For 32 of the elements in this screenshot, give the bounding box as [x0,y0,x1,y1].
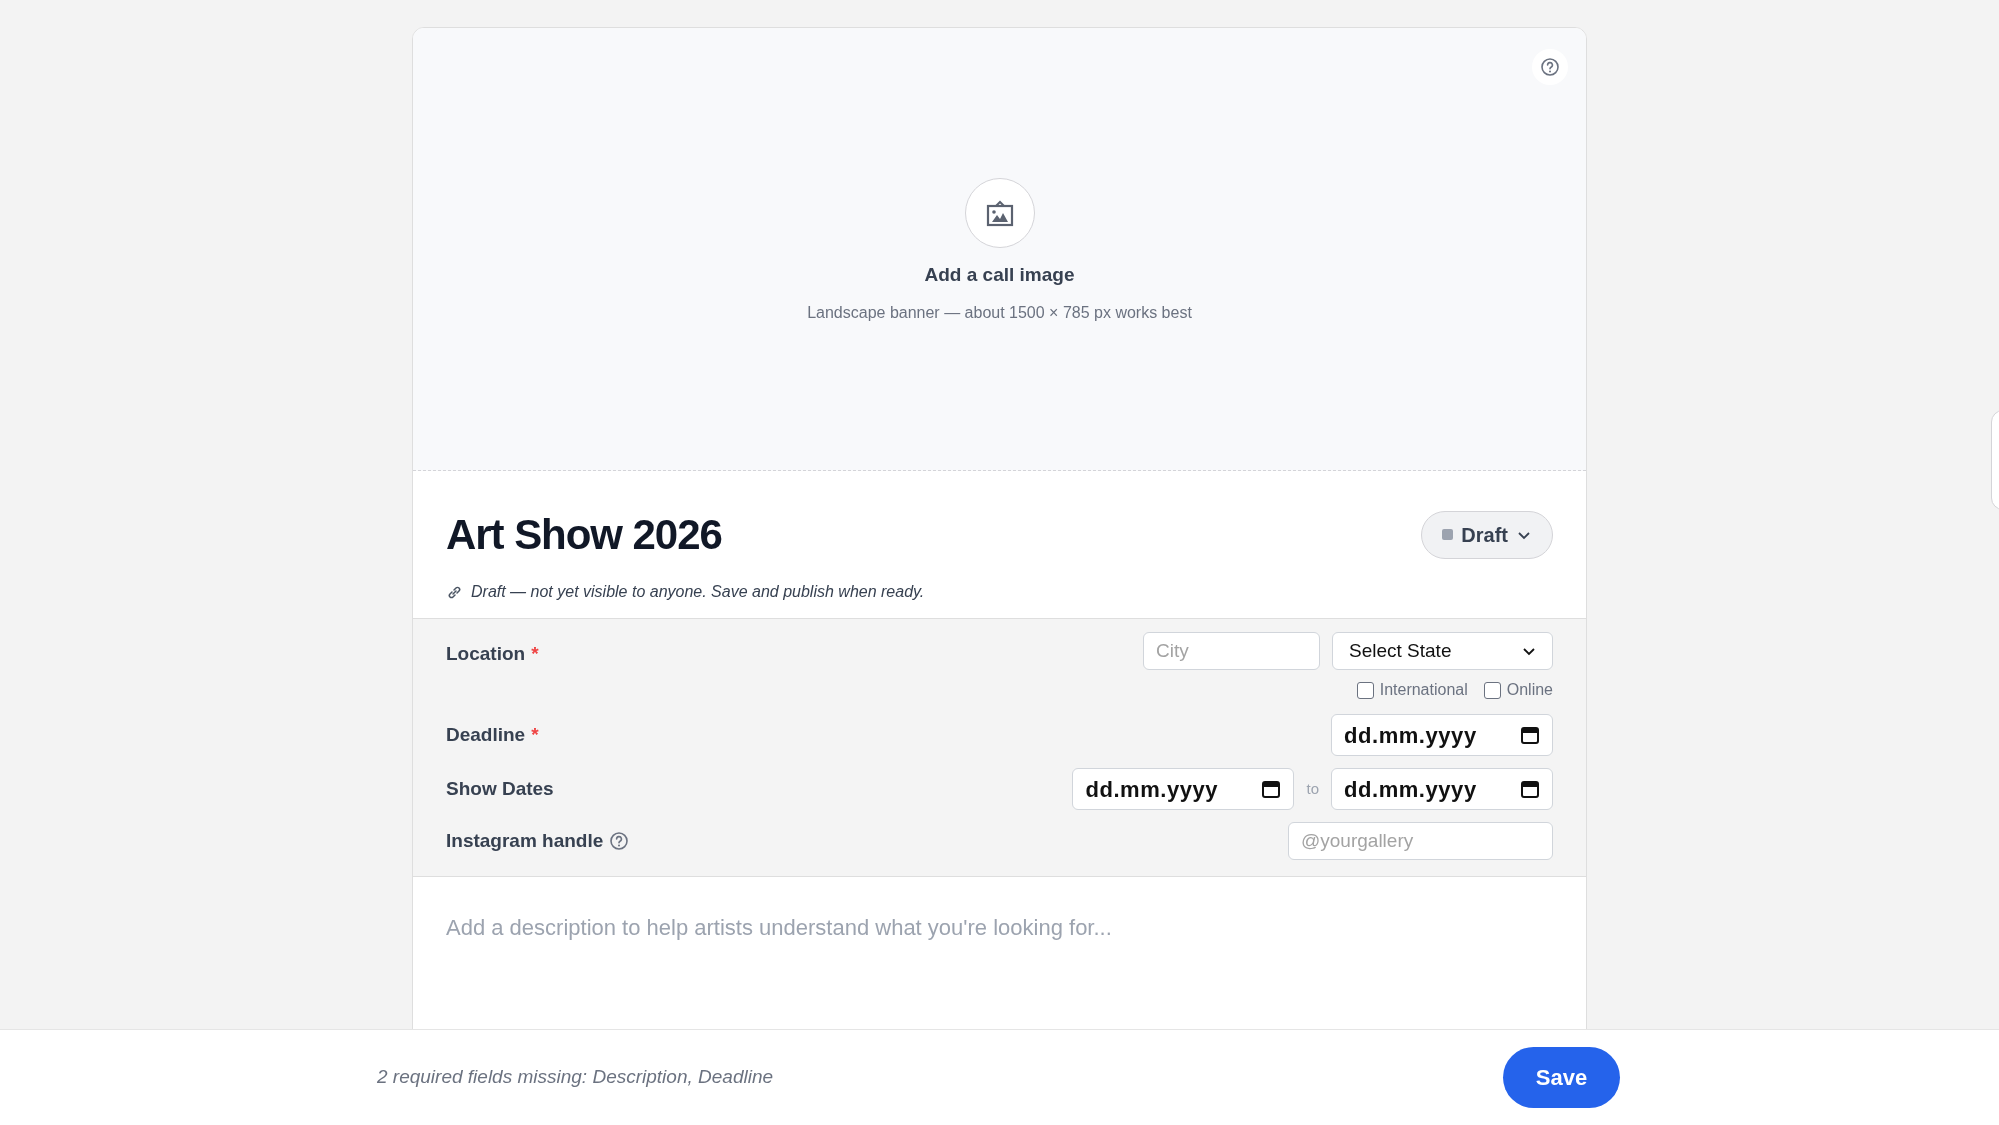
call-title: Art Show 2026 [446,510,722,560]
checkbox[interactable] [1483,681,1501,699]
date-field[interactable]: dd.mm.yyyy [1331,714,1553,756]
state-select[interactable]: Select State [1332,632,1553,670]
instagram-field[interactable]: @yourgallery [1288,822,1553,860]
checkbox-label[interactable]: International [1379,678,1468,702]
upload-title: Add a call image [924,263,1075,287]
help-icon[interactable] [1540,57,1560,77]
required-mark: * [531,642,539,666]
field-label: Deadline [446,722,526,747]
image-upload-area[interactable]: Add a call image Landscape banner — about 1500 × 785 px works best [413,28,1586,471]
field-label: Instagram handle [446,828,604,853]
calendar-icon [1261,779,1282,799]
visibility-note: Draft — not yet visible to anyone. Save and publish when ready. [471,582,925,602]
date-field[interactable]: dd.mm.yyyy [1072,768,1295,810]
missing-fields-message: 2 required fields missing: Description, Deadline [377,1065,774,1090]
calendar-icon [1520,779,1540,799]
required-mark: * [531,722,539,747]
city-field[interactable]: City [1143,632,1320,670]
save-button[interactable]: Save [1503,1047,1620,1108]
calendar-icon [1520,725,1540,745]
field-label: Location [446,642,526,666]
checkbox-label[interactable]: Online [1506,678,1553,702]
checkbox[interactable] [1356,681,1374,699]
date-field[interactable]: dd.mm.yyyy [1331,768,1553,810]
help-button[interactable] [1532,49,1568,85]
help-icon[interactable] [609,831,630,851]
range-separator: to [1305,778,1320,799]
upload-hint: Landscape banner — about 1500 × 785 px works best [807,302,1192,323]
description-field[interactable]: Add a description to help artists understand what you're looking for... [446,911,1553,1011]
status-dropdown[interactable]: Draft [1421,510,1553,559]
field-label: Show Dates [446,776,554,801]
